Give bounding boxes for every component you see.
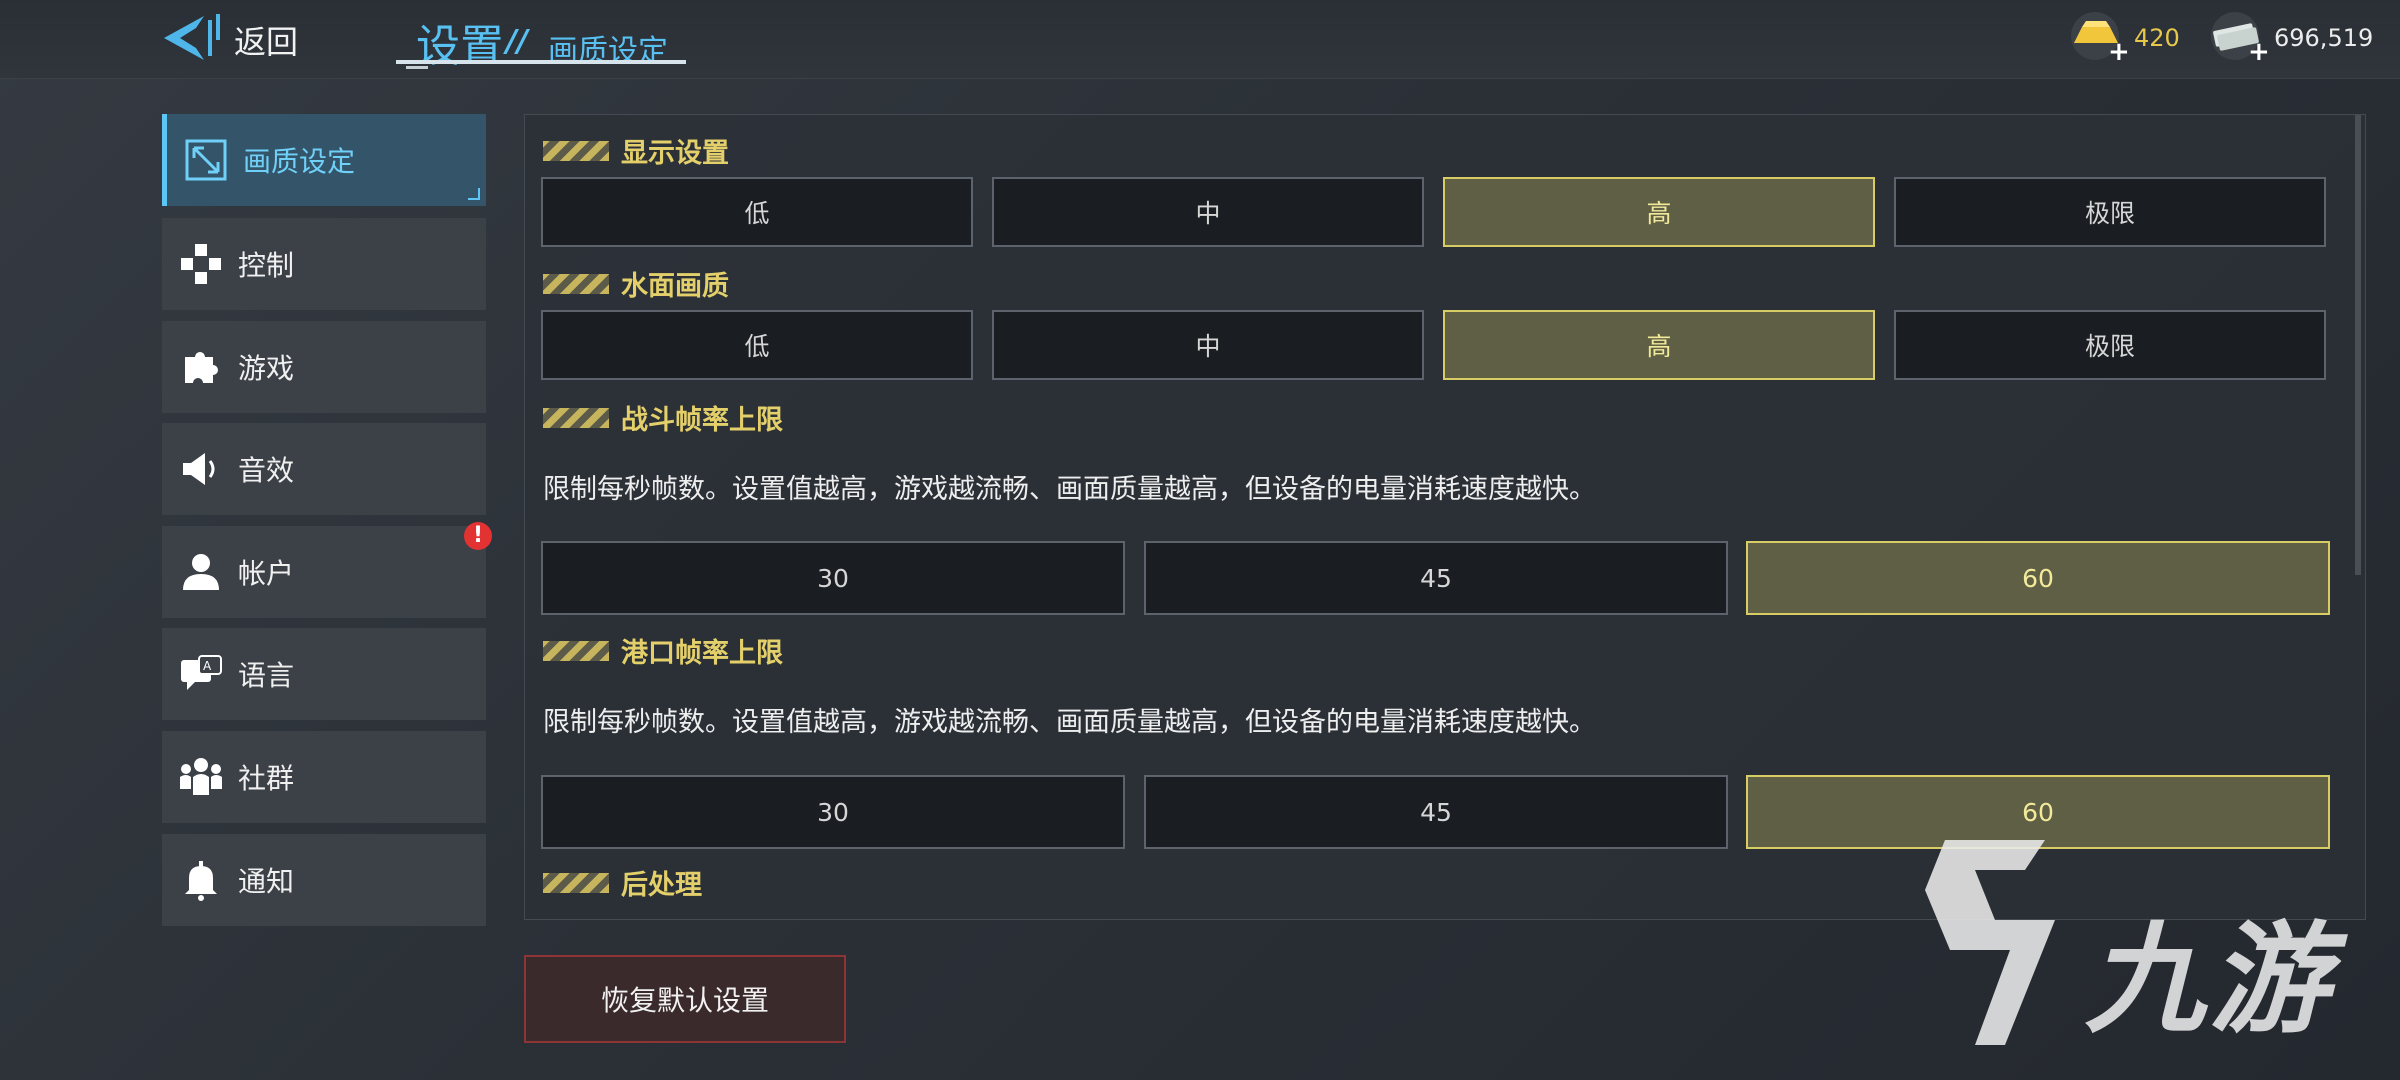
community-icon [176, 752, 226, 802]
water-option-medium[interactable]: 中 [992, 310, 1424, 380]
section-title: 后处理 [621, 870, 702, 901]
svg-text:A: A [203, 659, 212, 673]
gold-currency[interactable]: + 420 [2064, 8, 2180, 68]
sidebar-item-controls[interactable]: 控制 [162, 218, 486, 310]
sidebar-item-label: 游戏 [238, 352, 295, 385]
section-stripes [543, 273, 609, 294]
display-option-ultra[interactable]: 极限 [1894, 177, 2326, 247]
sidebar-item-game[interactable]: 游戏 [162, 321, 486, 413]
battle-fps-option-30[interactable]: 30 [541, 541, 1125, 615]
active-corner-mark [468, 188, 480, 200]
user-icon [176, 547, 226, 597]
back-icon [160, 12, 222, 68]
sidebar-item-label: 控制 [238, 249, 295, 282]
sidebar-item-label: 音效 [238, 454, 295, 487]
sidebar-item-language[interactable]: A 语言 [162, 628, 486, 720]
section-title: 显示设置 [621, 138, 729, 169]
section-header-battle-fps: 战斗帧率上限 [543, 398, 783, 437]
bell-icon [176, 855, 226, 905]
display-option-medium[interactable]: 中 [992, 177, 1424, 247]
gold-bar-icon: + [2064, 11, 2130, 67]
restore-defaults-button[interactable]: 恢复默认设置 [524, 955, 846, 1043]
battle-fps-option-60[interactable]: 60 [1746, 541, 2330, 615]
section-header-post-processing: 后处理 [543, 863, 702, 902]
section-title: 水面画质 [621, 271, 729, 302]
title-separator: // [506, 24, 528, 59]
watermark-logo: 九游 [1905, 830, 2375, 1055]
section-header-water: 水面画质 [543, 264, 729, 303]
section-title: 战斗帧率上限 [621, 405, 783, 436]
title-underline [396, 60, 686, 64]
resize-icon [181, 135, 231, 185]
silver-add-icon[interactable]: + [2248, 37, 2270, 67]
puzzle-icon [176, 342, 226, 392]
display-option-high[interactable]: 高 [1443, 177, 1875, 247]
sidebar-item-graphics[interactable]: 画质设定 [162, 114, 486, 206]
translate-icon: A [176, 649, 226, 699]
sidebar-item-account[interactable]: 帐户 [162, 526, 486, 618]
water-option-high[interactable]: 高 [1443, 310, 1875, 380]
port-fps-option-30[interactable]: 30 [541, 775, 1125, 849]
top-bar [0, 0, 2400, 79]
silver-currency[interactable]: + 696,519 [2204, 8, 2373, 68]
battle-fps-description: 限制每秒帧数。设置值越高，游戏越流畅、画面质量越高，但设备的电量消耗速度越快。 [543, 474, 1596, 505]
section-header-port-fps: 港口帧率上限 [543, 631, 783, 670]
sidebar-item-label: 通知 [238, 865, 295, 898]
gold-add-icon[interactable]: + [2108, 37, 2130, 67]
sidebar-item-label: 画质设定 [243, 145, 356, 178]
gamepad-icon [176, 239, 226, 289]
battle-fps-option-45[interactable]: 45 [1144, 541, 1728, 615]
port-fps-option-45[interactable]: 45 [1144, 775, 1728, 849]
sidebar-item-label: 社群 [238, 762, 295, 795]
section-header-display: 显示设置 [543, 131, 729, 170]
sidebar-item-notifications[interactable]: 通知 [162, 834, 486, 926]
water-option-low[interactable]: 低 [541, 310, 973, 380]
watermark-text: 九游 [2085, 911, 2333, 1050]
silver-amount: 696,519 [2274, 24, 2374, 52]
page-title-group: 设置 // 画质设定 [396, 4, 686, 72]
sidebar-item-label: 帐户 [238, 557, 295, 590]
speaker-icon [176, 444, 226, 494]
gold-amount: 420 [2134, 24, 2180, 52]
display-option-low[interactable]: 低 [541, 177, 973, 247]
section-stripes [543, 640, 609, 661]
settings-panel: 显示设置 低 中 高 极限 水面画质 低 中 高 极限 战斗帧率上限 限制每秒帧… [524, 114, 2366, 920]
section-title: 港口帧率上限 [621, 638, 783, 669]
section-stripes [543, 140, 609, 161]
sidebar-item-community[interactable]: 社群 [162, 731, 486, 823]
title-underline-marker [406, 66, 428, 69]
section-stripes [543, 872, 609, 893]
sidebar-item-label: 语言 [238, 659, 295, 692]
section-stripes [543, 407, 609, 428]
back-label: 返回 [234, 23, 299, 61]
water-option-ultra[interactable]: 极限 [1894, 310, 2326, 380]
port-fps-description: 限制每秒帧数。设置值越高，游戏越流畅、画面质量越高，但设备的电量消耗速度越快。 [543, 707, 1596, 738]
sidebar-item-audio[interactable]: 音效 [162, 423, 486, 515]
account-alert-badge: ! [464, 522, 492, 550]
back-button[interactable]: 返回 [160, 12, 298, 68]
cash-stack-icon: + [2204, 11, 2270, 67]
scrollbar[interactable] [2355, 115, 2361, 575]
page-title: 设置 [416, 21, 504, 72]
watermark-s-icon [1925, 840, 2055, 1045]
